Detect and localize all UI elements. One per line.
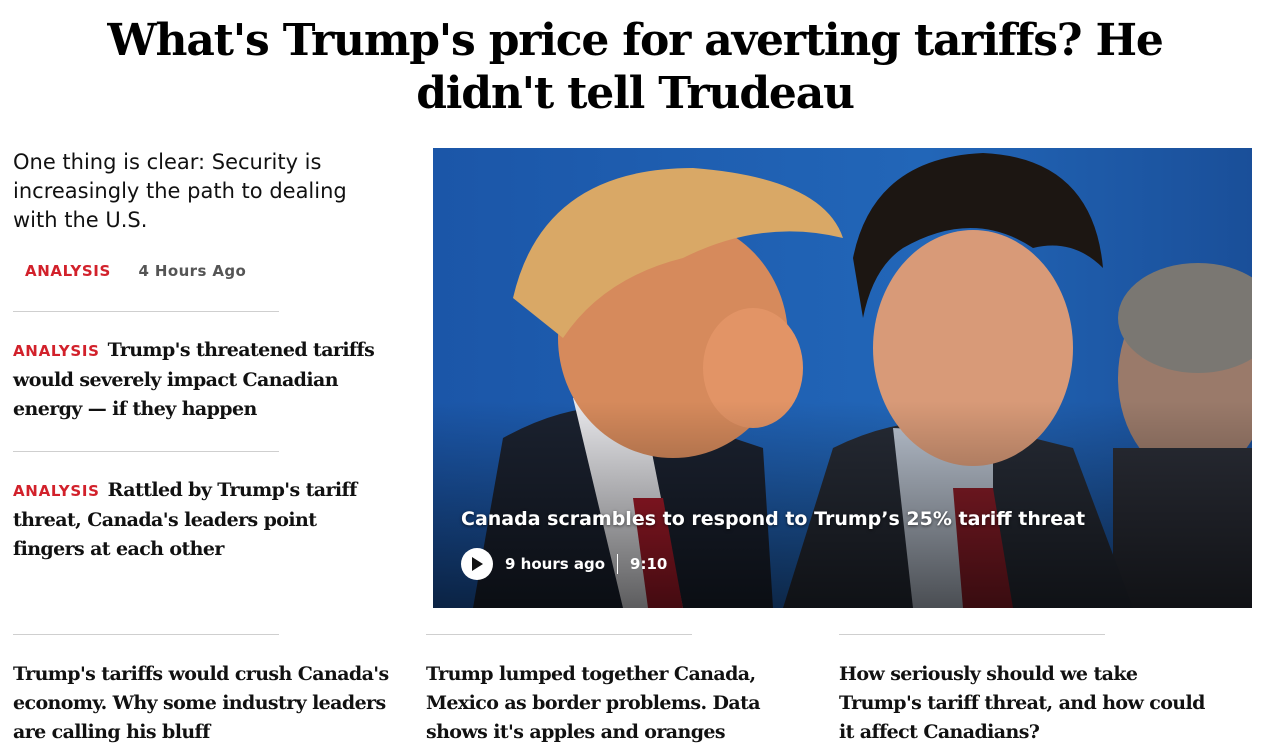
analysis-tag[interactable]: ANALYSIS <box>25 262 111 280</box>
video-duration: 9:10 <box>630 555 668 573</box>
bottom-story-link[interactable]: Trump lumped together Canada, Mexico as … <box>426 660 811 747</box>
play-icon <box>472 557 483 571</box>
analysis-tag: ANALYSIS <box>13 342 100 360</box>
side-story-link[interactable]: ANALYSIS Rattled by Trump's tariff threat… <box>13 476 393 564</box>
video-caption[interactable]: Canada scrambles to respond to Trump’s 2… <box>461 506 1085 532</box>
divider <box>839 634 1105 635</box>
side-story-link[interactable]: ANALYSIS Trump's threatened tariffs would… <box>13 336 393 424</box>
news-photo <box>433 148 1252 608</box>
divider <box>13 311 279 312</box>
bottom-story-link[interactable]: How seriously should we take Trump's tar… <box>839 660 1224 747</box>
divider <box>13 634 279 635</box>
play-button[interactable] <box>461 548 493 580</box>
page-headline[interactable]: What's Trump's price for averting tariff… <box>60 14 1210 120</box>
video-meta: 9 hours ago 9:10 <box>461 548 667 580</box>
lead-timestamp: 4 Hours Ago <box>138 262 247 280</box>
bottom-story-link[interactable]: Trump's tariffs would crush Canada's eco… <box>13 660 398 747</box>
analysis-tag: ANALYSIS <box>13 482 100 500</box>
lead-summary[interactable]: One thing is clear: Security is increasi… <box>13 148 393 235</box>
video-time-ago: 9 hours ago <box>505 555 606 573</box>
video-card[interactable]: Canada scrambles to respond to Trump’s 2… <box>433 148 1252 608</box>
lead-meta: ANALYSIS 4 Hours Ago <box>25 260 246 282</box>
meta-separator <box>617 554 619 574</box>
divider <box>426 634 692 635</box>
divider <box>13 451 279 452</box>
